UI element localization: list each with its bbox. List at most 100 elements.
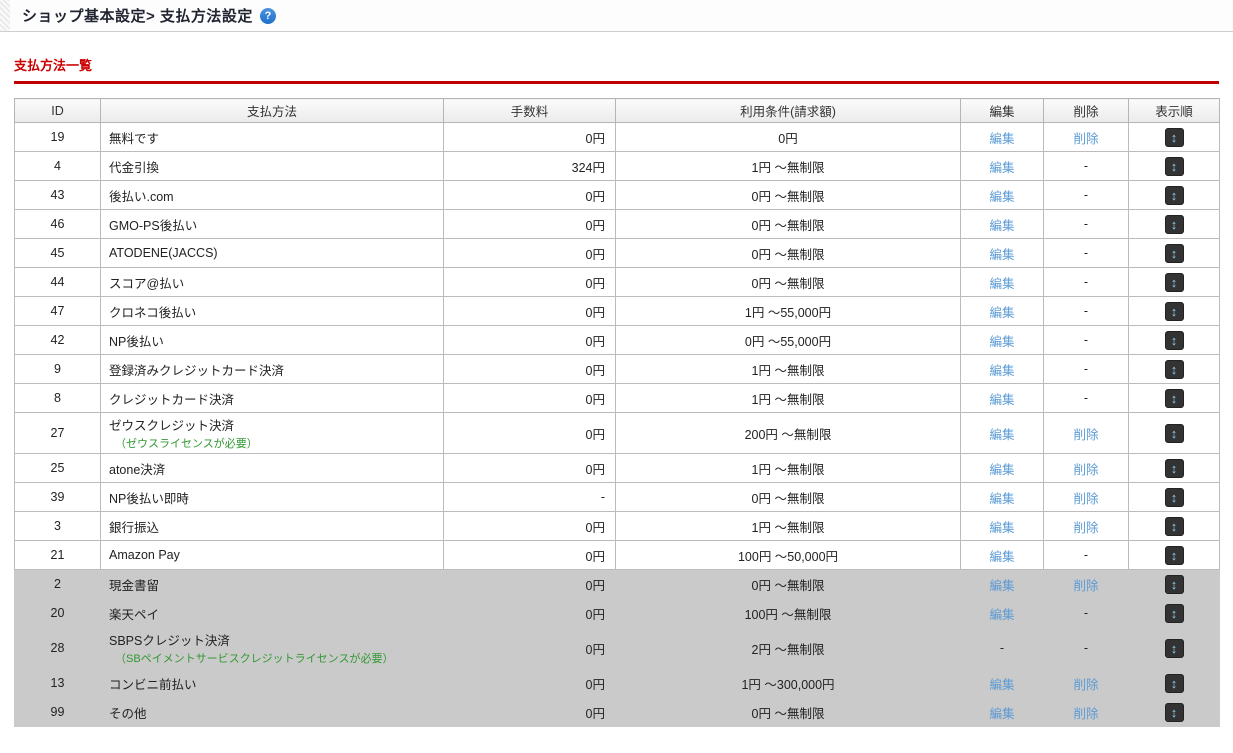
sort-updown-icon[interactable]: ↕ (1164, 388, 1184, 408)
payment-methods-table: ID 支払方法 手数料 利用条件(請求額) 編集 削除 表示順 19 無料です 0円 0円 編集 削除… (14, 98, 1220, 727)
sort-cell: ↕ (1128, 697, 1220, 727)
sort-updown-icon[interactable]: ↕ (1164, 359, 1184, 379)
delete-cell: - (1043, 627, 1129, 669)
table-row: 27 ゼウスクレジット決済 （ゼウスライセンスが必要） 0円 200円 ～無制限 編集 削除… (14, 412, 1220, 454)
edit-link[interactable]: 編集 (989, 364, 1014, 378)
sort-updown-icon[interactable]: ↕ (1164, 673, 1184, 693)
sort-updown-icon[interactable]: ↕ (1164, 487, 1184, 507)
edit-link[interactable]: 編集 (989, 248, 1014, 262)
table-row: 25 atone決済 0円 1円 ～無制限 編集 削除 ↕ (14, 453, 1220, 483)
sort-updown-icon[interactable]: ↕ (1164, 127, 1184, 147)
delete-cell: - (1043, 209, 1129, 239)
fee-cell: 0円 (443, 697, 616, 727)
payment-name-cell: クロネコ後払い (100, 296, 444, 326)
condition-cell: 1円 ～無制限 (615, 453, 961, 483)
delete-link[interactable]: 削除 (1073, 132, 1098, 146)
delete-cell: - (1043, 180, 1129, 210)
condition-cell: 100円 ～50,000円 (615, 540, 961, 570)
edit-cell: 編集 (960, 412, 1044, 454)
fee-cell: 0円 (443, 627, 616, 669)
sort-updown-icon[interactable]: ↕ (1164, 156, 1184, 176)
sort-updown-icon[interactable]: ↕ (1164, 603, 1184, 623)
payment-name-cell: その他 (100, 697, 444, 727)
condition-cell: 0円 ～無制限 (615, 238, 961, 268)
delete-link[interactable]: 削除 (1073, 579, 1098, 593)
delete-cell: - (1043, 383, 1129, 413)
payment-name: GMO-PS後払い (109, 218, 198, 233)
payment-name-cell: 登録済みクレジットカード決済 (100, 354, 444, 384)
edit-cell: 編集 (960, 122, 1044, 152)
payment-name: 後払い.com (109, 189, 174, 204)
edit-cell: 編集 (960, 569, 1044, 599)
payment-name: 銀行振込 (109, 520, 160, 535)
sort-updown-icon[interactable]: ↕ (1164, 638, 1184, 658)
sort-cell: ↕ (1128, 267, 1220, 297)
payment-name-cell: NP後払い (100, 325, 444, 355)
condition-cell: 1円 ～無制限 (615, 511, 961, 541)
sort-updown-icon[interactable]: ↕ (1164, 272, 1184, 292)
fee-cell: 0円 (443, 238, 616, 268)
payment-id-cell: 19 (14, 122, 101, 152)
delete-cell: 削除 (1043, 668, 1129, 698)
edit-link[interactable]: 編集 (989, 608, 1014, 622)
sort-updown-icon[interactable]: ↕ (1164, 330, 1184, 350)
sort-cell: ↕ (1128, 354, 1220, 384)
table-row: 8 クレジットカード決済 0円 1円 ～無制限 編集 - ↕ (14, 383, 1220, 413)
payment-license-note: （SBペイメントサービスクレジットライセンスが必要） (115, 653, 394, 665)
sort-updown-icon[interactable]: ↕ (1164, 243, 1184, 263)
sort-updown-icon[interactable]: ↕ (1164, 516, 1184, 536)
edit-cell: 編集 (960, 209, 1044, 239)
delete-link[interactable]: 削除 (1073, 492, 1098, 506)
condition-cell: 1円 ～無制限 (615, 151, 961, 181)
fee-cell: 0円 (443, 569, 616, 599)
edit-link[interactable]: 編集 (989, 521, 1014, 535)
payment-name: 登録済みクレジットカード決済 (109, 363, 285, 378)
payment-name: クレジットカード決済 (109, 392, 235, 407)
edit-link[interactable]: 編集 (989, 393, 1014, 407)
payment-name: SBPSクレジット決済 (109, 634, 230, 648)
payment-id-cell: 99 (14, 697, 101, 727)
table-row: 20 楽天ペイ 0円 100円 ～無制限 編集 - ↕ (14, 598, 1220, 628)
help-icon[interactable]: ? (259, 7, 276, 24)
payment-name-cell: 後払い.com (100, 180, 444, 210)
sort-updown-icon[interactable]: ↕ (1164, 545, 1184, 565)
sort-cell: ↕ (1128, 598, 1220, 628)
delete-link[interactable]: 削除 (1073, 707, 1098, 721)
edit-link[interactable]: 編集 (989, 277, 1014, 291)
payment-name-cell: SBPSクレジット決済 （SBペイメントサービスクレジットライセンスが必要） (100, 627, 444, 669)
column-header: ID (14, 98, 101, 123)
sort-updown-icon[interactable]: ↕ (1164, 423, 1184, 443)
edit-link[interactable]: 編集 (989, 132, 1014, 146)
table-row: 21 Amazon Pay 0円 100円 ～50,000円 編集 - ↕ (14, 540, 1220, 570)
edit-link[interactable]: 編集 (989, 492, 1014, 506)
delete-link[interactable]: 削除 (1073, 428, 1098, 442)
edit-link[interactable]: 編集 (989, 190, 1014, 204)
table-row: 46 GMO-PS後払い 0円 0円 ～無制限 編集 - ↕ (14, 209, 1220, 239)
delete-cell: 削除 (1043, 482, 1129, 512)
edit-link[interactable]: 編集 (989, 707, 1014, 721)
sort-updown-icon[interactable]: ↕ (1164, 185, 1184, 205)
sort-updown-icon[interactable]: ↕ (1164, 301, 1184, 321)
edit-link[interactable]: 編集 (989, 335, 1014, 349)
edit-link[interactable]: 編集 (989, 678, 1014, 692)
fee-cell: 0円 (443, 209, 616, 239)
edit-link[interactable]: 編集 (989, 219, 1014, 233)
edit-link[interactable]: 編集 (989, 306, 1014, 320)
page-header: ショップ基本設定> 支払方法設定 ? (0, 0, 1233, 32)
edit-link[interactable]: 編集 (989, 463, 1014, 477)
fee-cell: 0円 (443, 453, 616, 483)
delete-link[interactable]: 削除 (1073, 463, 1098, 477)
edit-link[interactable]: 編集 (989, 161, 1014, 175)
sort-updown-icon[interactable]: ↕ (1164, 458, 1184, 478)
payment-name: クロネコ後払い (109, 305, 197, 320)
sort-cell: ↕ (1128, 627, 1220, 669)
edit-link[interactable]: 編集 (989, 579, 1014, 593)
delete-link[interactable]: 削除 (1073, 678, 1098, 692)
sort-updown-icon[interactable]: ↕ (1164, 702, 1184, 722)
edit-link[interactable]: 編集 (989, 550, 1014, 564)
payment-id-cell: 25 (14, 453, 101, 483)
sort-updown-icon[interactable]: ↕ (1164, 214, 1184, 234)
delete-link[interactable]: 削除 (1073, 521, 1098, 535)
edit-link[interactable]: 編集 (989, 428, 1014, 442)
sort-updown-icon[interactable]: ↕ (1164, 574, 1184, 594)
